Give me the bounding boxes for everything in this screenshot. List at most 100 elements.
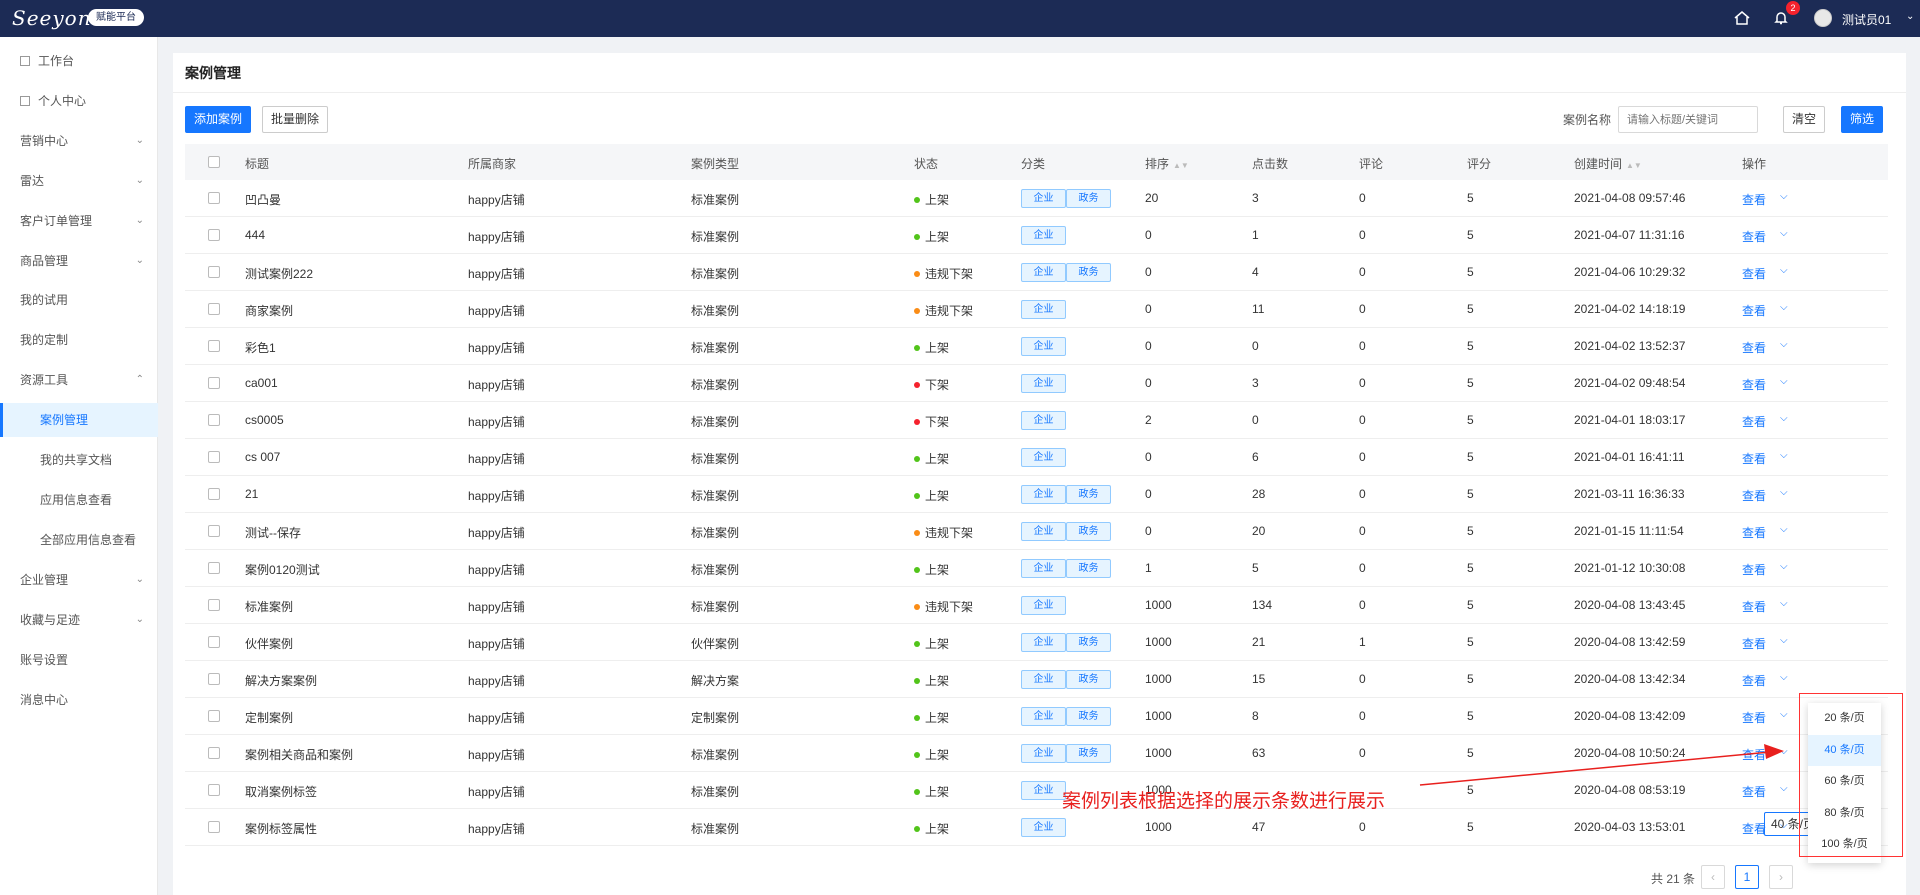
status-dot-icon [914,715,920,721]
row-checkbox[interactable] [208,525,220,537]
avatar[interactable] [1814,9,1832,27]
sidebar-item[interactable]: 我的定制 [0,323,158,357]
case-name-input[interactable] [1618,106,1758,133]
sidebar-item[interactable]: 案例管理 [0,403,158,437]
chevron-down-icon[interactable]: ⌵ [1780,598,1788,609]
view-link[interactable]: 查看 [1742,820,1766,837]
chevron-down-icon[interactable]: ⌵ [1780,487,1788,498]
home-icon[interactable] [1733,9,1753,29]
view-link[interactable]: 查看 [1742,635,1766,652]
row-checkbox[interactable] [208,377,220,389]
add-case-button[interactable]: 添加案例 [185,106,252,133]
sidebar-item[interactable]: 账号设置 [0,643,158,677]
row-checkbox[interactable] [208,599,220,611]
chevron-down-icon[interactable]: ⌵ [1780,783,1788,794]
sidebar-item[interactable]: 全部应用信息查看 [0,523,158,557]
sidebar-item[interactable]: 客户订单管理 ⌄ [0,204,158,238]
chevron-down-icon[interactable]: ⌵ [1780,709,1788,720]
main-card: 案例管理 添加案例 批量删除 案例名称 清空 筛选 标题 所属商家 案例类型 状… [173,53,1906,895]
page-1-button[interactable]: 1 [1735,865,1759,889]
view-link[interactable]: 查看 [1742,228,1766,245]
chevron-down-icon[interactable]: ⌵ [1780,265,1788,276]
row-checkbox[interactable] [208,266,220,278]
sidebar-item[interactable]: 雷达 ⌄ [0,164,158,198]
chevron-down-icon[interactable]: ⌵ [1780,672,1788,683]
view-link[interactable]: 查看 [1742,302,1766,319]
view-link[interactable]: 查看 [1742,191,1766,208]
next-page-button[interactable]: › [1769,865,1793,889]
sidebar-item[interactable]: 营销中心 ⌄ [0,124,158,158]
view-link[interactable]: 查看 [1742,746,1766,763]
row-checkbox[interactable] [208,451,220,463]
view-link[interactable]: 查看 [1742,265,1766,282]
status-dot-icon [914,419,920,425]
row-checkbox[interactable] [208,710,220,722]
sidebar-item[interactable]: 消息中心 [0,683,158,717]
header-created[interactable]: 创建时间 ▲▼ [1574,155,1642,172]
view-link[interactable]: 查看 [1742,561,1766,578]
batch-delete-button[interactable]: 批量删除 [262,106,329,133]
clear-button[interactable]: 清空 [1783,106,1826,133]
chevron-down-icon[interactable]: ⌵ [1780,746,1788,757]
prev-page-button[interactable]: ‹ [1701,865,1725,889]
cell-clicks: 3 [1252,191,1259,205]
row-checkbox[interactable] [208,747,220,759]
view-link[interactable]: 查看 [1742,450,1766,467]
sidebar-item[interactable]: 收藏与足迹 ⌄ [0,603,158,637]
view-link[interactable]: 查看 [1742,709,1766,726]
view-link[interactable]: 查看 [1742,339,1766,356]
view-link[interactable]: 查看 [1742,783,1766,800]
row-checkbox[interactable] [208,784,220,796]
chevron-down-icon[interactable]: ⌵ [1780,339,1788,350]
row-checkbox[interactable] [208,636,220,648]
cell-clicks: 15 [1252,672,1266,686]
row-checkbox[interactable] [208,562,220,574]
cell-title: 标准案例 [245,600,294,614]
view-link[interactable]: 查看 [1742,598,1766,615]
sidebar-item[interactable]: 个人中心 [0,84,158,118]
chevron-down-icon[interactable]: ⌄ [1906,11,1914,22]
chevron-down-icon[interactable]: ⌵ [1780,228,1788,239]
sidebar-item[interactable]: 商品管理 ⌄ [0,244,158,278]
sidebar-item[interactable]: 资源工具 ⌃ [0,363,158,397]
row-checkbox[interactable] [208,821,220,833]
sidebar-item[interactable]: 企业管理 ⌄ [0,563,158,597]
filter-button[interactable]: 筛选 [1841,106,1884,133]
row-checkbox[interactable] [208,229,220,241]
chevron-down-icon[interactable]: ⌵ [1780,413,1788,424]
header-sort[interactable]: 排序 ▲▼ [1145,155,1189,172]
view-link[interactable]: 查看 [1742,672,1766,689]
row-checkbox[interactable] [208,488,220,500]
row-checkbox[interactable] [208,340,220,352]
sidebar-item[interactable]: 我的试用 [0,283,158,317]
status-label: 上架 [925,230,950,244]
sidebar-item[interactable]: 工作台 [0,44,158,78]
chevron-down-icon[interactable]: ⌵ [1780,635,1788,646]
cell-shop: happy店铺 [468,230,525,244]
chevron-down-icon[interactable]: ⌵ [1780,524,1788,535]
chevron-down-icon[interactable]: ⌵ [1780,302,1788,313]
row-checkbox[interactable] [208,414,220,426]
select-all-checkbox[interactable] [208,156,220,168]
row-checkbox[interactable] [208,303,220,315]
sort-icon[interactable]: ▲▼ [1173,161,1189,170]
view-link[interactable]: 查看 [1742,524,1766,541]
view-link[interactable]: 查看 [1742,413,1766,430]
chevron-down-icon[interactable]: ⌵ [1780,191,1788,202]
row-checkbox[interactable] [208,192,220,204]
sort-icon[interactable]: ▲▼ [1626,161,1642,170]
cell-clicks: 1 [1252,228,1259,242]
seeyon-logo[interactable]: Seeyon [12,6,92,30]
sidebar-item[interactable]: 应用信息查看 [0,483,158,517]
cell-sort: 0 [1145,302,1152,316]
chevron-down-icon[interactable]: ⌵ [1780,376,1788,387]
view-link[interactable]: 查看 [1742,487,1766,504]
chevron-down-icon[interactable]: ⌵ [1780,450,1788,461]
view-link[interactable]: 查看 [1742,376,1766,393]
chevron-down-icon[interactable]: ⌵ [1780,561,1788,572]
category-tag: 政务 [1066,707,1111,726]
row-checkbox[interactable] [208,673,220,685]
username[interactable]: 测试员01 [1842,11,1891,28]
cell-rating: 5 [1467,709,1474,723]
sidebar-item[interactable]: 我的共享文档 [0,443,158,477]
